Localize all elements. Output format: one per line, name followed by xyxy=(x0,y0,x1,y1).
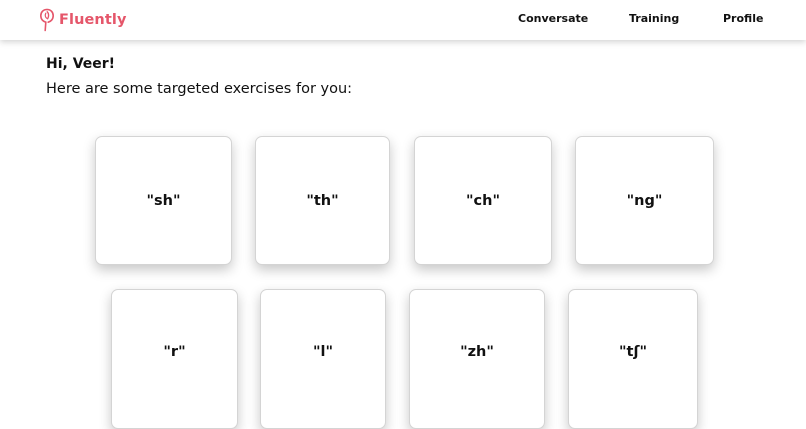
exercise-card-th[interactable]: "th" xyxy=(255,136,390,265)
exercise-card-zh[interactable]: "zh" xyxy=(409,289,545,429)
nav-profile-link[interactable]: Profile xyxy=(723,12,763,25)
exercise-card-label: "sh" xyxy=(146,192,181,209)
exercise-card-sh[interactable]: "sh" xyxy=(95,136,232,265)
exercise-card-l[interactable]: "l" xyxy=(260,289,386,429)
top-navbar: Fluently Conversate Training Profile xyxy=(0,0,806,40)
exercise-card-ng[interactable]: "ng" xyxy=(575,136,714,265)
exercise-card-ch[interactable]: "ch" xyxy=(414,136,552,265)
exercise-card-label: "ch" xyxy=(465,192,501,209)
nav-conversate-link[interactable]: Conversate xyxy=(518,12,588,25)
brand-name: Fluently xyxy=(59,12,127,28)
exercise-card-label: "ng" xyxy=(626,192,663,209)
exercise-card-label: "l" xyxy=(312,344,334,360)
greeting-heading: Hi, Veer! xyxy=(46,56,116,72)
exercises-intro-text: Here are some targeted exercises for you… xyxy=(46,81,353,97)
exercise-card-label: "r" xyxy=(163,344,186,360)
brand-logo[interactable]: Fluently xyxy=(39,8,127,32)
exercise-card-r[interactable]: "r" xyxy=(111,289,238,429)
exercise-card-label: "th" xyxy=(306,192,339,209)
exercise-card-tsh[interactable]: "tʃ" xyxy=(568,289,698,429)
nav-training-link[interactable]: Training xyxy=(629,12,679,25)
fluently-logo-icon xyxy=(39,8,55,32)
exercise-card-label: "zh" xyxy=(460,344,494,360)
exercise-card-label: "tʃ" xyxy=(618,344,648,360)
